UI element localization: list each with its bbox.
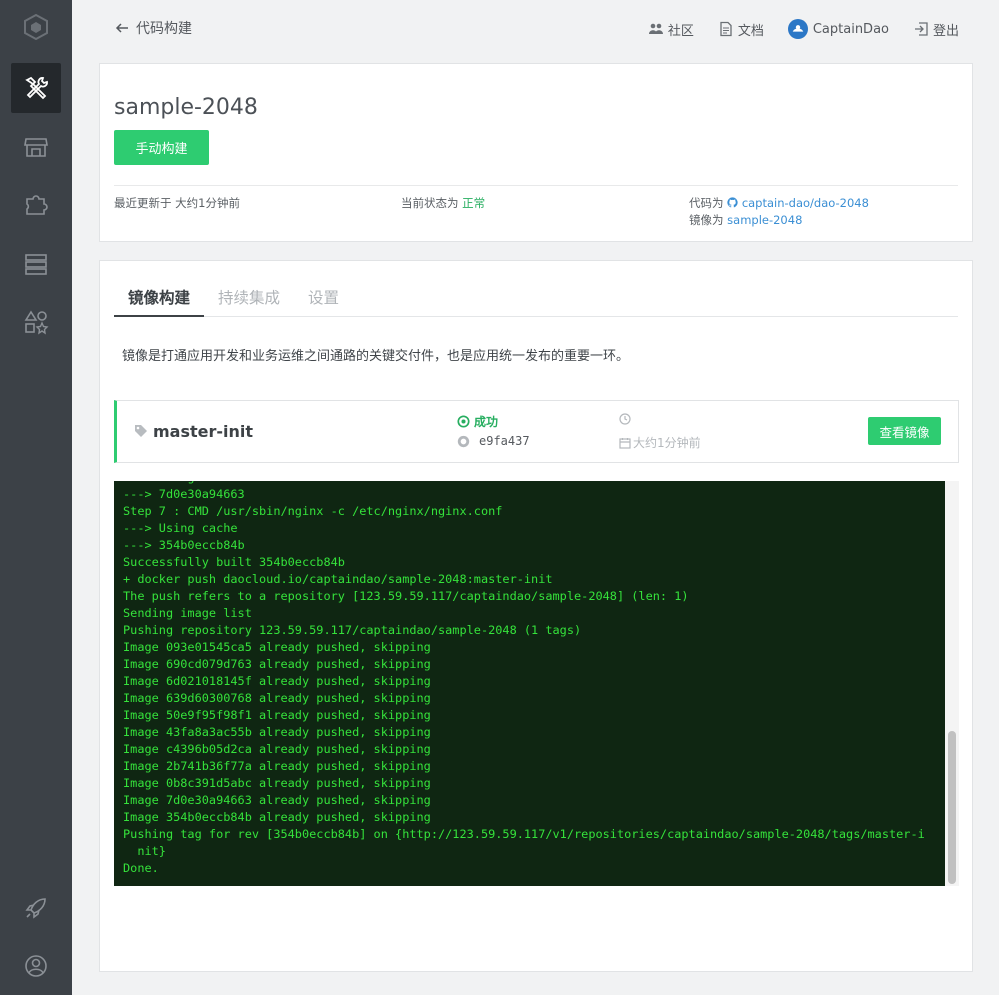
sidebar-item-account[interactable] [11, 941, 61, 991]
nav-community[interactable]: 社区 [648, 20, 694, 39]
manual-build-button[interactable]: 手动构建 [114, 130, 209, 165]
sidebar [0, 0, 72, 995]
branch-name: master-init [153, 422, 254, 441]
updated-prefix: 最近更新于 [114, 196, 172, 210]
log-line: Image 50e9f95f98f1 already pushed, skipp… [123, 708, 431, 722]
build-time: 大约1分钟前 [619, 434, 701, 451]
commit-info: e9fa437 [457, 434, 530, 448]
build-row[interactable]: master-init 成功 e9fa437 大约1分钟前 查看镜像 [114, 400, 959, 463]
github-icon [727, 197, 738, 208]
nav-docs-label: 文档 [737, 23, 764, 39]
top-nav: 社区 文档 CaptainDao 登出 [624, 19, 959, 39]
log-line: nit} [123, 844, 166, 858]
build-status: 成功 [457, 413, 498, 430]
code-prefix: 代码为 [689, 196, 724, 210]
build-log-text: ---> Using cache ---> 7d0e30a94663 Step 7 … [123, 481, 933, 877]
back-label: 代码构建 [136, 21, 192, 37]
log-line: Sending image list [123, 606, 252, 620]
log-line: ---> 7d0e30a94663 [123, 487, 245, 501]
updated-value: 大约1分钟前 [175, 196, 240, 210]
log-line: Image 2b741b36f77a already pushed, skipp… [123, 759, 431, 773]
log-line: The push refers to a repository [123.59.… [123, 589, 689, 603]
log-scrollbar[interactable] [945, 481, 959, 886]
tab-image-build[interactable]: 镜像构建 [114, 283, 205, 317]
sidebar-item-more[interactable] [11, 297, 61, 347]
build-panel: 镜像构建 持续集成 设置 镜像是打通应用开发和业务运维之间通路的关键交付件，也是… [99, 260, 973, 972]
page-title: sample-2048 [114, 95, 258, 120]
store-icon [24, 138, 48, 157]
log-line: + docker push daocloud.io/captaindao/sam… [123, 572, 553, 586]
image-link[interactable]: sample-2048 [727, 213, 802, 227]
log-line: Successfully built 354b0eccb84b [123, 555, 345, 569]
avatar [787, 19, 808, 39]
tag-icon [135, 425, 147, 437]
tools-icon [25, 76, 48, 100]
nav-logout[interactable]: 登出 [913, 20, 959, 39]
log-line: Image 43fa8a3ac55b already pushed, skipp… [123, 725, 431, 739]
log-line: Step 7 : CMD /usr/sbin/nginx -c /etc/ngi… [123, 504, 503, 518]
build-time-label: 大约1分钟前 [633, 436, 701, 450]
status-prefix: 当前状态为 [401, 196, 459, 210]
log-scrollbar-thumb[interactable] [948, 731, 956, 884]
log-line: ---> 354b0eccb84b [123, 538, 245, 552]
tab-ci[interactable]: 持续集成 [204, 283, 294, 317]
github-icon [457, 435, 470, 447]
tab-settings[interactable]: 设置 [294, 283, 353, 317]
sidebar-item-launch[interactable] [11, 883, 61, 933]
avatar-icon [792, 25, 804, 32]
clock-icon [619, 413, 631, 425]
log-line: Image c4396b05d2ca already pushed, skipp… [123, 742, 431, 756]
log-line: Image 0b8c391d5abc already pushed, skipp… [123, 776, 431, 790]
log-line: ---> Using cache [123, 521, 238, 535]
sidebar-item-build[interactable] [11, 63, 61, 113]
shapes-icon [24, 310, 49, 335]
code-info: 代码为 captain-dao/dao-2048 [689, 195, 869, 211]
nav-user[interactable]: CaptainDao [787, 19, 889, 39]
log-line: Done. [123, 861, 159, 875]
users-icon [648, 23, 663, 34]
arrow-left-icon [115, 23, 128, 33]
log-line: Pushing tag for rev [354b0eccb84b] on {h… [123, 827, 925, 841]
description: 镜像是打通应用开发和业务运维之间通路的关键交付件，也是应用统一发布的重要一环。 [122, 349, 630, 364]
build-log[interactable]: ---> Using cache ---> 7d0e30a94663 Step 7 … [114, 481, 945, 886]
log-line: Image 690cd079d763 already pushed, skipp… [123, 657, 431, 671]
user-icon [25, 955, 47, 977]
rocket-icon [25, 898, 46, 919]
status-value: 正常 [462, 196, 486, 210]
puzzle-icon [26, 195, 48, 215]
tab-bar: 镜像构建 持续集成 设置 [114, 283, 958, 317]
calendar-icon [619, 437, 631, 449]
back-link[interactable]: 代码构建 [114, 18, 192, 38]
sidebar-item-store[interactable] [11, 122, 61, 172]
log-line: Image 639d60300768 already pushed, skipp… [123, 691, 431, 705]
nav-community-label: 社区 [667, 23, 694, 39]
nav-user-label: CaptainDao [812, 21, 889, 37]
log-line: Image 354b0eccb84b already pushed, skipp… [123, 810, 431, 824]
log-line: Image 6d021018145f already pushed, skipp… [123, 674, 431, 688]
nav-logout-label: 登出 [932, 23, 959, 39]
status-info: 当前状态为 正常 [401, 195, 485, 211]
app-summary-card: sample-2048 手动构建 最近更新于 大约1分钟前 当前状态为 正常 代… [99, 63, 973, 242]
commit-hash: e9fa437 [479, 434, 530, 448]
nav-docs[interactable]: 文档 [718, 20, 764, 39]
log-line: Image 093e01545ca5 already pushed, skipp… [123, 640, 431, 654]
log-line: Pushing repository 123.59.59.117/captain… [123, 623, 582, 637]
logo-icon[interactable] [24, 14, 48, 40]
divider [114, 185, 958, 186]
sidebar-item-hosts[interactable] [11, 239, 61, 289]
image-info: 镜像为 sample-2048 [689, 212, 802, 228]
build-status-label: 成功 [474, 415, 499, 429]
log-line: Image 7d0e30a94663 already pushed, skipp… [123, 793, 431, 807]
document-icon [720, 21, 732, 37]
success-circle-icon [457, 415, 470, 428]
view-image-button[interactable]: 查看镜像 [868, 417, 941, 445]
updated-info: 最近更新于 大约1分钟前 [114, 195, 240, 211]
logout-icon [914, 22, 928, 36]
code-repo-link[interactable]: captain-dao/dao-2048 [742, 196, 869, 210]
server-icon [25, 254, 47, 275]
sidebar-item-services[interactable] [11, 180, 61, 230]
image-prefix: 镜像为 [689, 213, 724, 227]
